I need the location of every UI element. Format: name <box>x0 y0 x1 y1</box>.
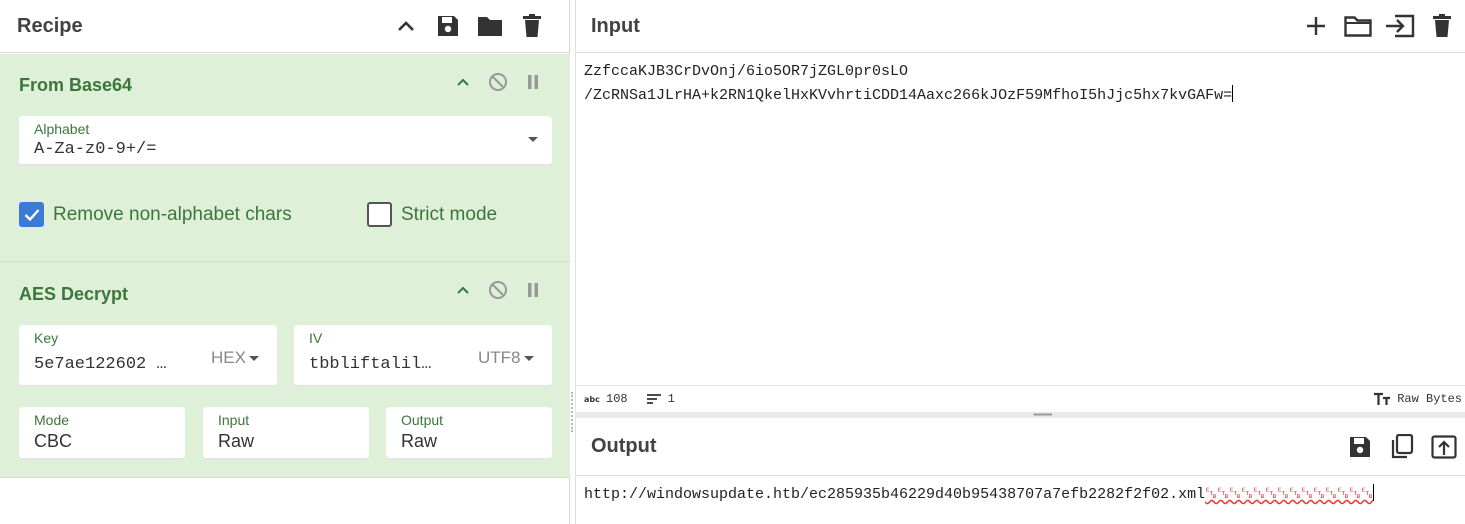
output-header: Output <box>576 418 1465 476</box>
chevron-down-icon <box>528 137 538 142</box>
collapse-all-button[interactable] <box>385 6 427 46</box>
checkbox-checked-icon <box>19 202 44 227</box>
output-format-value: Raw <box>401 431 438 451</box>
trash-icon <box>523 14 541 37</box>
alphabet-label: Alphabet <box>34 121 90 137</box>
op-title: From Base64 <box>19 75 133 95</box>
chevron-up-icon <box>398 21 414 31</box>
save-icon <box>438 16 458 36</box>
svg-text:abc: abc <box>584 395 600 404</box>
mode-value: CBC <box>34 431 73 451</box>
open-input-folder-button[interactable] <box>1379 6 1421 46</box>
input-format-label: Input <box>218 412 250 428</box>
text-size-icon <box>1374 392 1391 405</box>
abc-icon: abc <box>584 395 600 404</box>
key-encoding-dropdown[interactable]: HEX <box>211 348 259 368</box>
line-count: 1 <box>646 392 675 406</box>
recipe-title: Recipe <box>17 14 83 37</box>
key-encoding-label: HEX <box>211 348 246 367</box>
chevron-down-icon <box>523 355 534 361</box>
key-value[interactable]: 5e7ae122602 … <box>34 355 184 374</box>
strict-mode-label: Strict mode <box>401 203 498 225</box>
open-folder-icon <box>1344 16 1372 37</box>
input-textarea[interactable]: ZzfccaKJB3CrDvOnj/6io5OR7jZGL0pr0sLO /Zc… <box>584 60 1454 108</box>
save-recipe-button[interactable] <box>427 6 469 46</box>
save-output-button[interactable] <box>1339 427 1381 467</box>
remove-non-alphabet-label: Remove non-alphabet chars <box>53 203 292 225</box>
output-title: Output <box>591 435 657 457</box>
input-status-bar: abc 108 1 Raw Bytes <box>576 385 1465 412</box>
lines-icon <box>646 394 661 404</box>
disable-op-button[interactable] <box>480 275 515 305</box>
iv-field[interactable]: IV tbbliftalil… UTF8 <box>294 325 552 387</box>
chevron-up-icon <box>456 78 469 86</box>
strict-mode-checkbox[interactable]: Strict mode <box>367 202 497 227</box>
output-format-label: Output <box>401 412 444 428</box>
copy-output-button[interactable] <box>1381 427 1423 467</box>
char-count: abc 108 <box>584 392 628 406</box>
pane-resize-handle[interactable] <box>571 392 574 432</box>
add-input-tab-button[interactable] <box>1295 6 1337 46</box>
disable-op-button[interactable] <box>480 67 515 97</box>
load-recipe-button[interactable] <box>469 6 511 46</box>
iv-encoding-label: UTF8 <box>478 348 521 367</box>
op-aes-decrypt: AES Decrypt Key 5e7ae122602 … HEX IV tbb… <box>0 262 570 478</box>
chevron-up-icon <box>456 286 469 294</box>
open-input-file-button[interactable] <box>1337 6 1379 46</box>
iv-value[interactable]: tbbliftalil… <box>309 355 449 374</box>
key-field[interactable]: Key 5e7ae122602 … HEX <box>19 325 277 387</box>
line-count-value: 1 <box>667 392 675 406</box>
import-icon <box>1386 14 1415 38</box>
collapse-op-button[interactable] <box>445 67 480 97</box>
input-header: Input <box>576 0 1465 53</box>
plus-icon <box>1307 17 1325 35</box>
copy-icon <box>1391 433 1414 458</box>
key-label: Key <box>34 330 59 346</box>
chevron-down-icon <box>248 355 259 361</box>
input-format-select[interactable]: Input Raw <box>203 407 369 460</box>
input-format-toggle[interactable]: Raw Bytes <box>1373 392 1462 406</box>
replace-input-icon <box>1431 434 1457 459</box>
pause-icon <box>527 75 538 89</box>
input-format-value: Raw <box>218 431 255 451</box>
iv-label: IV <box>309 330 323 346</box>
recipe-header: Recipe <box>0 0 569 53</box>
breakpoint-op-button[interactable] <box>515 275 550 305</box>
output-format-select[interactable]: Output Raw <box>386 407 552 460</box>
folder-icon <box>478 17 502 36</box>
save-icon <box>1350 436 1370 457</box>
clear-input-button[interactable] <box>1421 6 1463 46</box>
output-textarea[interactable]: http://windowsupdate.htb/ec285935b46229d… <box>584 484 1375 503</box>
op-title: AES Decrypt <box>19 284 129 304</box>
text-cursor <box>1373 484 1375 501</box>
input-pane: Input ZzfccaKJB3CrDvOnj/6io5OR7jZGL0pr0s… <box>575 0 1465 412</box>
char-count-value: 108 <box>606 392 628 406</box>
replace-input-button[interactable] <box>1423 427 1465 467</box>
input-line: ZzfccaKJB3CrDvOnj/6io5OR7jZGL0pr0sLO <box>584 63 909 80</box>
clear-recipe-button[interactable] <box>511 6 553 46</box>
text-cursor <box>1232 85 1234 102</box>
pause-icon <box>527 283 538 297</box>
input-title: Input <box>591 14 640 37</box>
remove-non-alphabet-checkbox[interactable]: Remove non-alphabet chars <box>19 202 292 227</box>
mode-label: Mode <box>34 412 70 428</box>
alphabet-value: A-Za-z0-9+/= <box>34 140 157 159</box>
output-value: http://windowsupdate.htb/ec285935b46229d… <box>584 486 1206 503</box>
iv-encoding-dropdown[interactable]: UTF8 <box>478 348 534 368</box>
checkbox-unchecked-icon <box>367 202 392 227</box>
input-line: /ZcRNSa1JLrHA+k2RN1QkelHxKVvhrtiCDD14Aax… <box>584 85 1234 104</box>
trash-icon <box>1433 14 1451 37</box>
collapse-op-button[interactable] <box>445 275 480 305</box>
alphabet-select[interactable]: Alphabet A-Za-z0-9+/= <box>19 116 552 166</box>
breakpoint-op-button[interactable] <box>515 67 550 97</box>
input-format-label: Raw Bytes <box>1397 392 1462 406</box>
output-pane: Output http://windowsupdate.htb/ec285935… <box>575 418 1465 524</box>
recipe-pane: Recipe From Base64 Alphabet A-Za-z0-9+/=… <box>0 0 570 524</box>
mode-select[interactable]: Mode CBC <box>19 407 185 460</box>
disable-icon <box>488 73 507 91</box>
output-garbage-bytes: ␗␗␗␗␗␗␗␗␗␗␗␗␗␗ <box>1205 486 1374 503</box>
op-from-base64: From Base64 Alphabet A-Za-z0-9+/= Remove… <box>0 54 570 262</box>
disable-icon <box>488 281 507 299</box>
